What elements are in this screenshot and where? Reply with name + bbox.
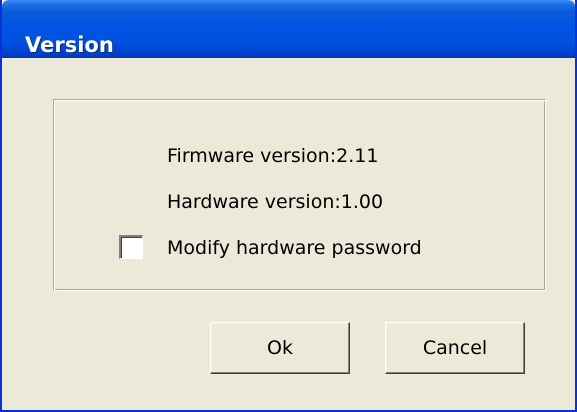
firmware-version-text: Firmware version:2.11 — [167, 145, 379, 167]
hardware-version-text: Hardware version:1.00 — [167, 191, 384, 213]
cancel-button[interactable]: Cancel — [385, 322, 525, 374]
title-bar[interactable]: Version — [2, 0, 575, 58]
window-title: Version — [25, 33, 114, 57]
ok-button[interactable]: Ok — [210, 322, 350, 374]
modify-password-checkbox[interactable] — [119, 235, 143, 259]
cancel-button-label: Cancel — [422, 337, 488, 359]
modify-password-label[interactable]: Modify hardware password — [167, 237, 422, 259]
ok-button-label: Ok — [267, 337, 293, 359]
version-dialog: Version Firmware version:2.11 Hardware v… — [0, 0, 577, 412]
